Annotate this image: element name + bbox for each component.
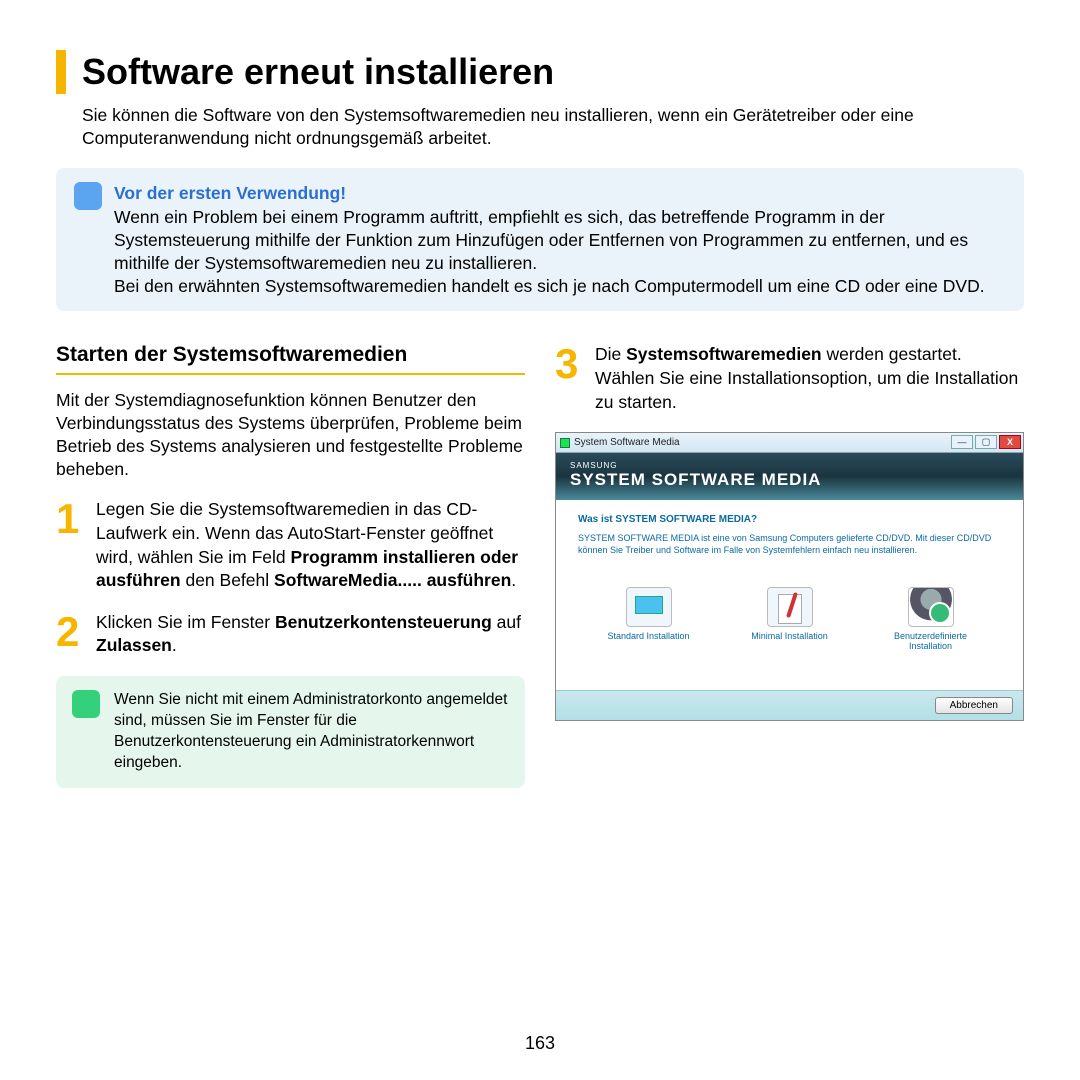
cancel-button[interactable]: Abbrechen (935, 697, 1013, 714)
minimize-button[interactable]: ― (951, 435, 973, 449)
page-number: 163 (525, 1033, 555, 1054)
window-title: System Software Media (574, 437, 680, 448)
info-callout: Vor der ersten Verwendung! Wenn ein Prob… (56, 168, 1024, 312)
note-icon (72, 690, 100, 718)
info-icon (74, 182, 102, 210)
step-3-text: Die Systemsoftwaremedien werden gestarte… (595, 343, 1024, 414)
close-button[interactable]: X (999, 435, 1021, 449)
brand-label: SAMSUNG (570, 461, 1009, 470)
option-label: Standard Installation (599, 631, 699, 642)
option-standard-installation[interactable]: Standard Installation (599, 587, 699, 653)
info-text-2: Bei den erwähnten Systemsoftwaremedien h… (114, 275, 1006, 298)
option-label: Benutzerdefinierte Installation (881, 631, 981, 653)
screenshot-description: SYSTEM SOFTWARE MEDIA ist eine von Samsu… (578, 533, 1001, 556)
option-custom-installation[interactable]: Benutzerdefinierte Installation (881, 587, 981, 653)
title-accent-bar (56, 50, 66, 94)
info-text-1: Wenn ein Problem bei einem Programm auft… (114, 206, 1006, 274)
app-icon (560, 438, 570, 448)
note-text: Wenn Sie nicht mit einem Administratorko… (114, 690, 509, 774)
step-1-text: Legen Sie die Systemsoftwaremedien in da… (96, 498, 525, 593)
option-label: Minimal Installation (740, 631, 840, 642)
step-number-1: 1 (56, 498, 96, 593)
note-callout: Wenn Sie nicht mit einem Administratorko… (56, 676, 525, 788)
step-1: 1 Legen Sie die Systemsoftwaremedien in … (56, 498, 525, 593)
step-2-text: Klicken Sie im Fenster Benutzerkontenste… (96, 611, 525, 658)
custom-install-icon (908, 587, 954, 627)
page-title: Software erneut installieren (82, 51, 554, 93)
screenshot-footer: Abbrechen (556, 690, 1023, 720)
standard-install-icon (626, 587, 672, 627)
info-heading: Vor der ersten Verwendung! (114, 182, 1006, 205)
section-heading: Starten der Systemsoftwaremedien (56, 343, 525, 375)
step-2: 2 Klicken Sie im Fenster Benutzerkontens… (56, 611, 525, 658)
step-number-2: 2 (56, 611, 96, 658)
minimal-install-icon (767, 587, 813, 627)
intro-paragraph: Sie können die Software von den Systemso… (82, 104, 1024, 150)
step-number-3: 3 (555, 343, 595, 414)
screenshot-question: Was ist SYSTEM SOFTWARE MEDIA? (578, 514, 1001, 525)
screenshot-titlebar: System Software Media ― ▢ X (556, 433, 1023, 453)
maximize-button[interactable]: ▢ (975, 435, 997, 449)
section-paragraph: Mit der Systemdiagnosefunktion können Be… (56, 389, 525, 480)
step-3: 3 Die Systemsoftwaremedien werden gestar… (555, 343, 1024, 414)
screenshot-header: SAMSUNG SYSTEM SOFTWARE MEDIA (556, 453, 1023, 500)
option-minimal-installation[interactable]: Minimal Installation (740, 587, 840, 653)
screenshot-window: System Software Media ― ▢ X SAMSUNG SYST… (555, 432, 1024, 721)
screenshot-heading: SYSTEM SOFTWARE MEDIA (570, 470, 1009, 490)
